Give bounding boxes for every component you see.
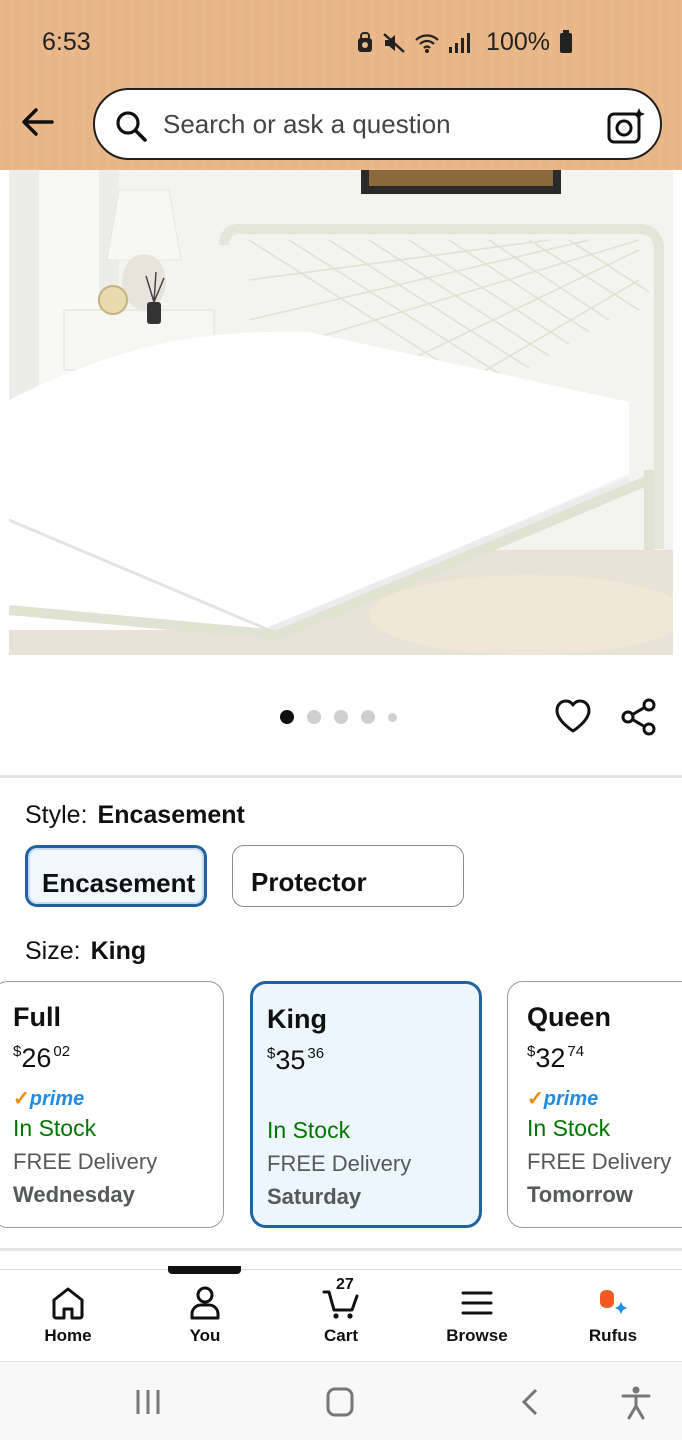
accessibility-icon[interactable] (616, 1384, 656, 1420)
app-header: 6:53 100% (0, 0, 682, 170)
battery-icon (560, 29, 572, 53)
search-bar[interactable] (93, 88, 662, 160)
mute-icon (383, 32, 405, 53)
nav-label: Browse (446, 1326, 508, 1345)
system-nav-bar (0, 1361, 682, 1440)
style-label: Style: (25, 801, 88, 829)
back-button-icon[interactable] (510, 1384, 550, 1420)
status-time: 6:53 (42, 28, 91, 56)
size-name: King (267, 1004, 327, 1034)
price: $32 74 (527, 1043, 585, 1073)
recent-apps-icon[interactable] (128, 1384, 168, 1420)
carousel-dot[interactable] (361, 710, 375, 724)
delivery-label: FREE Delivery (13, 1149, 158, 1174)
nav-rufus[interactable]: Rufus (558, 1284, 668, 1346)
person-icon (190, 1286, 220, 1320)
wifi-icon (415, 33, 439, 53)
prime-badge: ✓prime (13, 1088, 85, 1110)
nav-browse[interactable]: Browse (422, 1284, 532, 1346)
size-selected-value: King (90, 937, 147, 965)
bed-illustration (9, 170, 673, 655)
product-image[interactable] (9, 170, 673, 655)
cart-icon-wrap: 27 (322, 1276, 360, 1322)
section-divider (0, 775, 682, 778)
style-selected-value: Encasement (97, 801, 245, 829)
size-option-king[interactable]: King $35 36 In Stock FREE Delivery Saturd… (250, 981, 482, 1228)
stock-status: In Stock (527, 1115, 611, 1141)
camera-lens-icon[interactable] (606, 106, 646, 146)
style-option-encasement[interactable]: Encasement (25, 845, 207, 907)
back-arrow-icon[interactable] (18, 102, 58, 142)
nav-you[interactable]: You (150, 1284, 260, 1346)
lock-app-icon (358, 31, 373, 52)
carousel-dot[interactable] (280, 710, 294, 724)
size-name: Queen (527, 1002, 612, 1032)
nav-active-indicator (168, 1266, 241, 1274)
cart-count-badge: 27 (336, 1276, 354, 1293)
price: $35 36 (267, 1045, 325, 1075)
nav-home[interactable]: Home (13, 1284, 123, 1346)
prime-placeholder (270, 1088, 479, 1110)
section-divider (0, 1248, 682, 1251)
style-option-label: Encasement (42, 868, 196, 898)
rufus-icon (600, 1290, 627, 1314)
delivery-day: Tomorrow (527, 1182, 633, 1207)
price: $26 02 (13, 1043, 71, 1073)
style-option-protector[interactable]: Protector (232, 845, 464, 907)
nav-label: You (189, 1326, 221, 1345)
delivery-label: FREE Delivery (267, 1151, 412, 1176)
carousel-dot[interactable] (307, 710, 321, 724)
size-option-queen[interactable]: Queen $32 74 ✓prime In Stock FREE Deliver… (507, 981, 682, 1228)
size-name: Full (13, 1002, 61, 1032)
carousel-dot[interactable] (388, 712, 397, 722)
style-option-label: Protector (251, 867, 367, 897)
battery-percent: 100% (486, 28, 550, 56)
stock-status: In Stock (13, 1115, 97, 1141)
wishlist-heart-icon[interactable] (553, 697, 593, 737)
nav-label: Home (44, 1326, 92, 1345)
home-icon (52, 1287, 84, 1320)
stock-status: In Stock (267, 1117, 351, 1143)
share-icon[interactable] (619, 697, 659, 737)
style-row: Style: Encasement (25, 801, 245, 830)
delivery-day: Saturday (267, 1184, 362, 1209)
nav-cart[interactable]: 27 Cart (286, 1276, 396, 1346)
nav-label: Cart (323, 1326, 358, 1345)
carousel-dot[interactable] (334, 710, 348, 724)
search-input[interactable] (163, 104, 583, 144)
prime-badge: ✓prime (527, 1088, 599, 1110)
menu-icon (461, 1291, 493, 1315)
size-option-full[interactable]: Full $26 02 ✓prime In Stock FREE Delivery… (0, 981, 224, 1228)
search-icon (116, 111, 147, 142)
home-button-icon[interactable] (320, 1384, 360, 1420)
carousel-dots[interactable] (280, 710, 397, 724)
status-bar: 6:53 100% (0, 0, 682, 86)
bottom-nav: Home You 27 Cart Browse Rufus (0, 1269, 682, 1361)
delivery-label: FREE Delivery (527, 1149, 672, 1174)
status-icons: 100% (356, 28, 572, 57)
size-row: Size: King (25, 937, 146, 966)
size-label: Size: (25, 937, 81, 965)
nav-label: Rufus (588, 1326, 638, 1345)
signal-icon (449, 32, 471, 53)
delivery-day: Wednesday (13, 1182, 135, 1207)
